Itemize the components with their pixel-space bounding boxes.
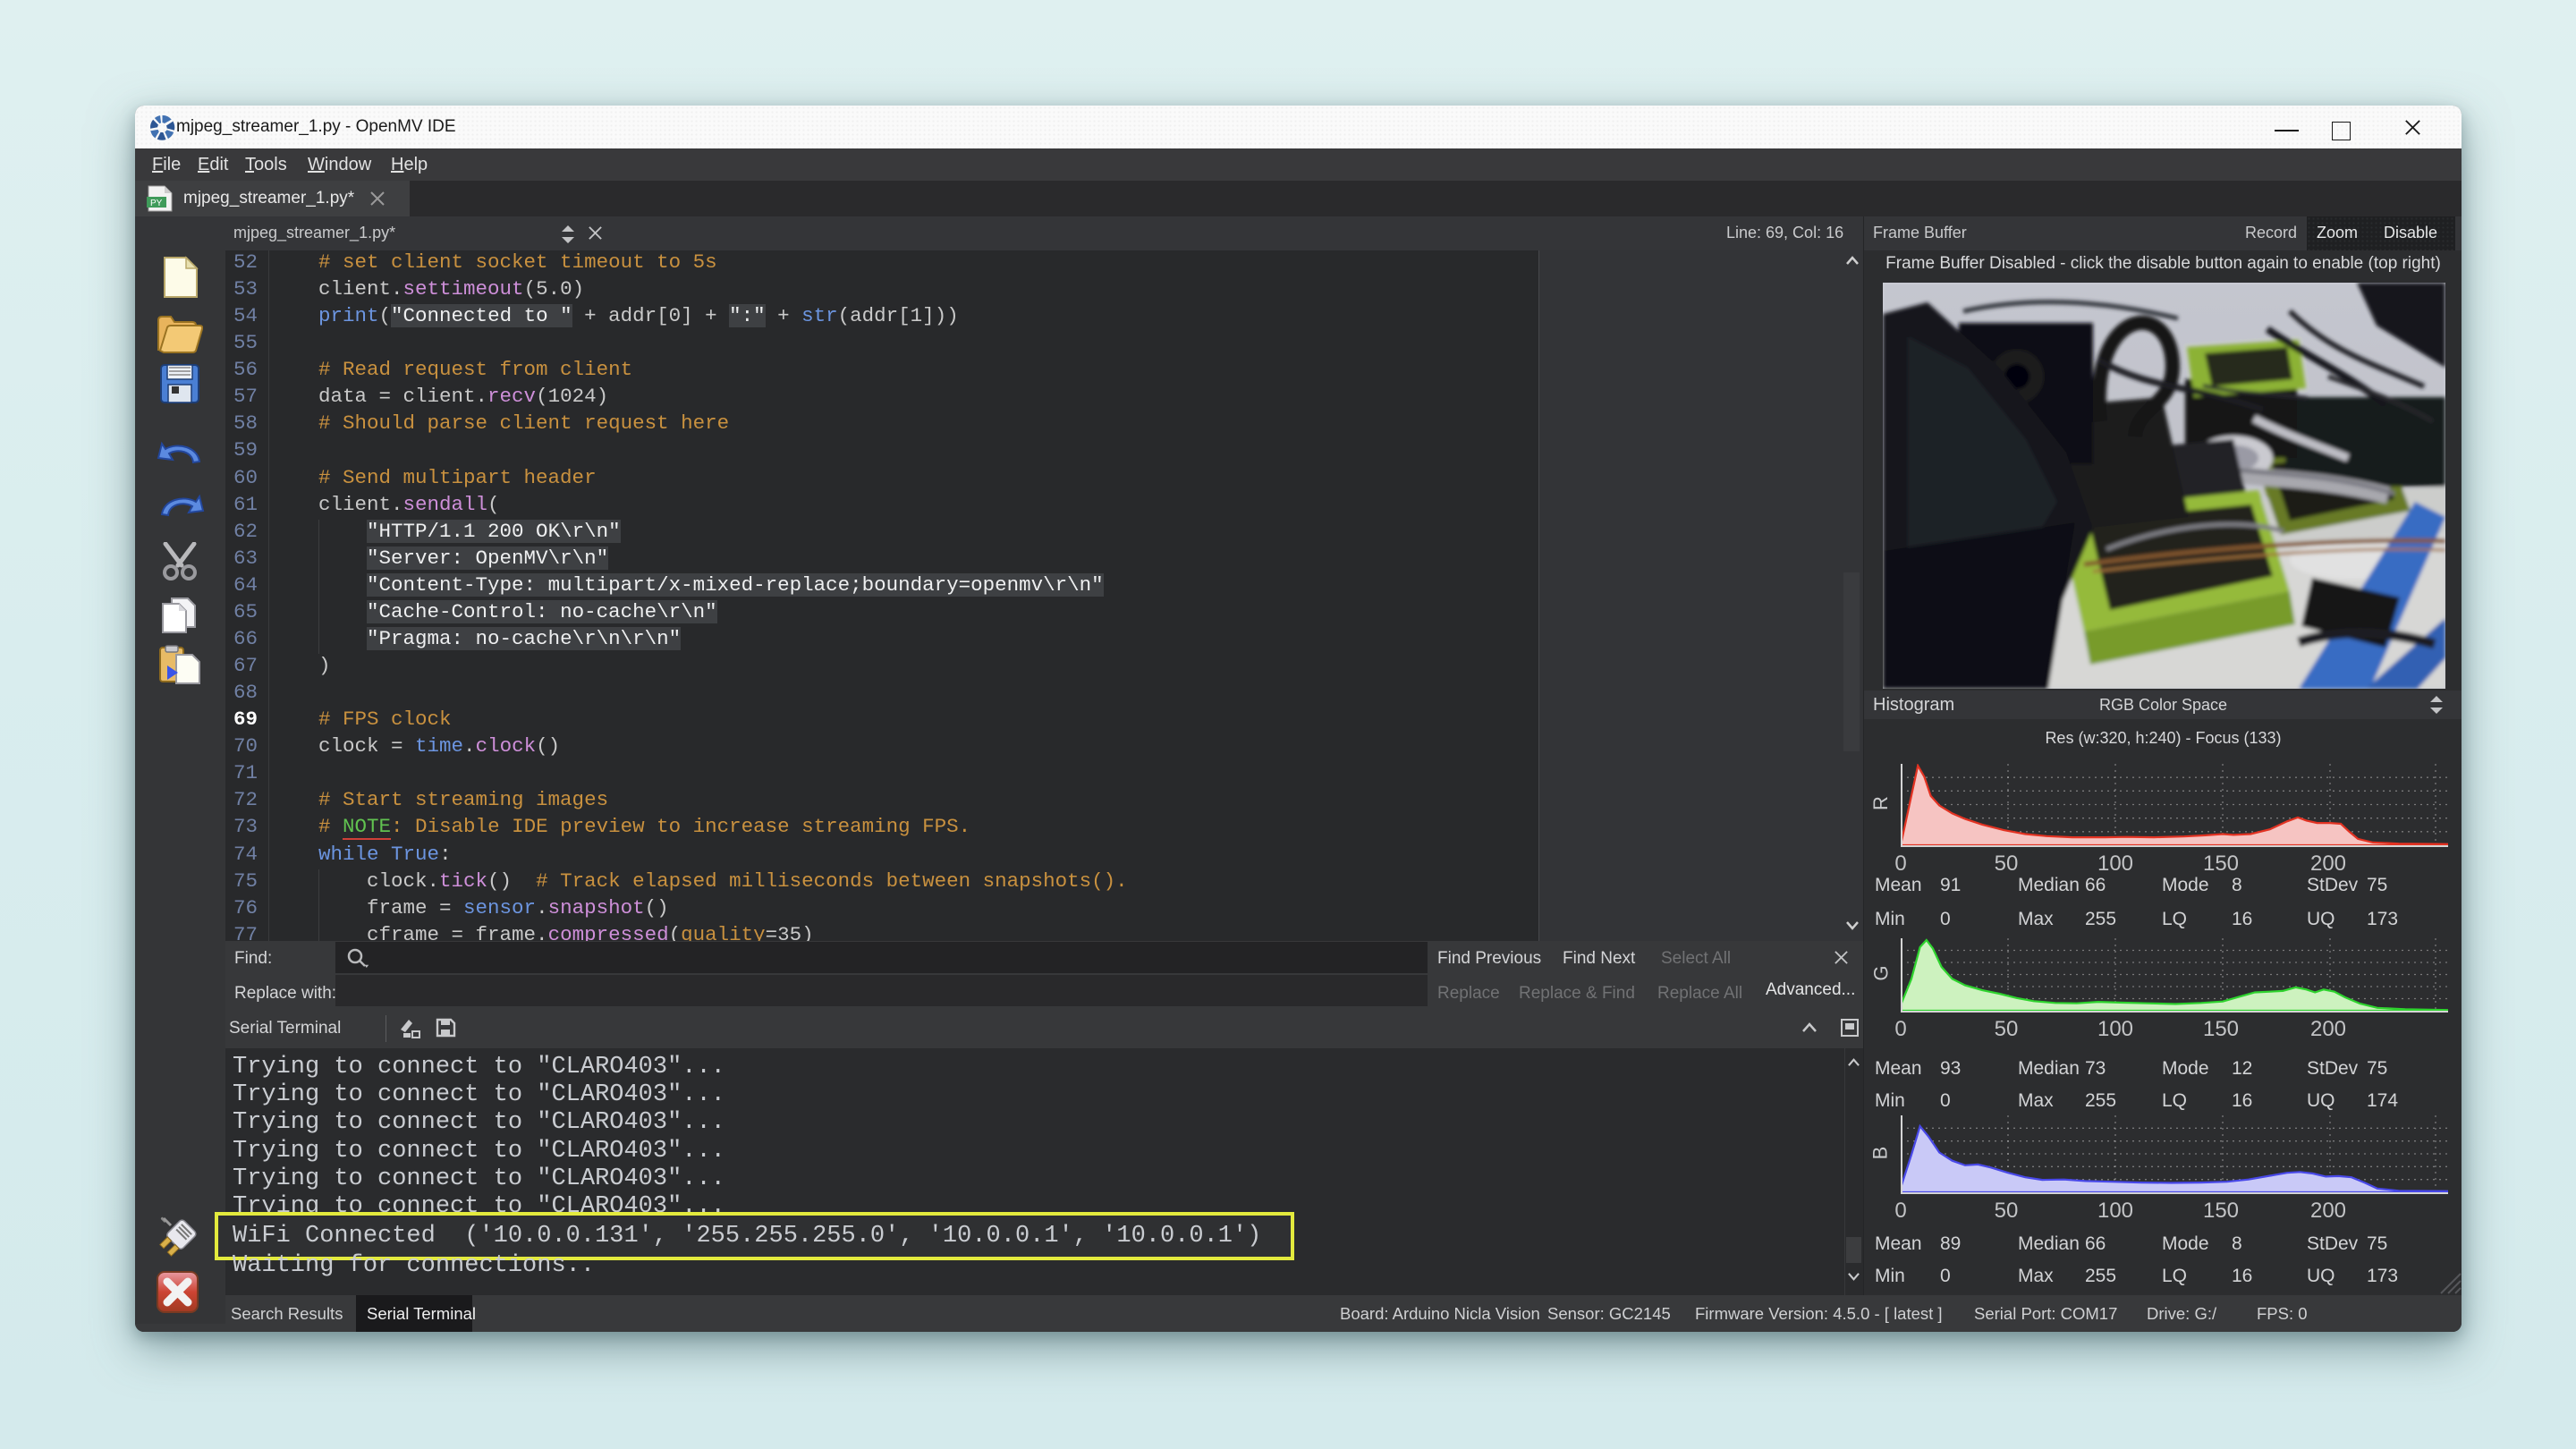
svg-text:PY: PY	[150, 199, 163, 208]
